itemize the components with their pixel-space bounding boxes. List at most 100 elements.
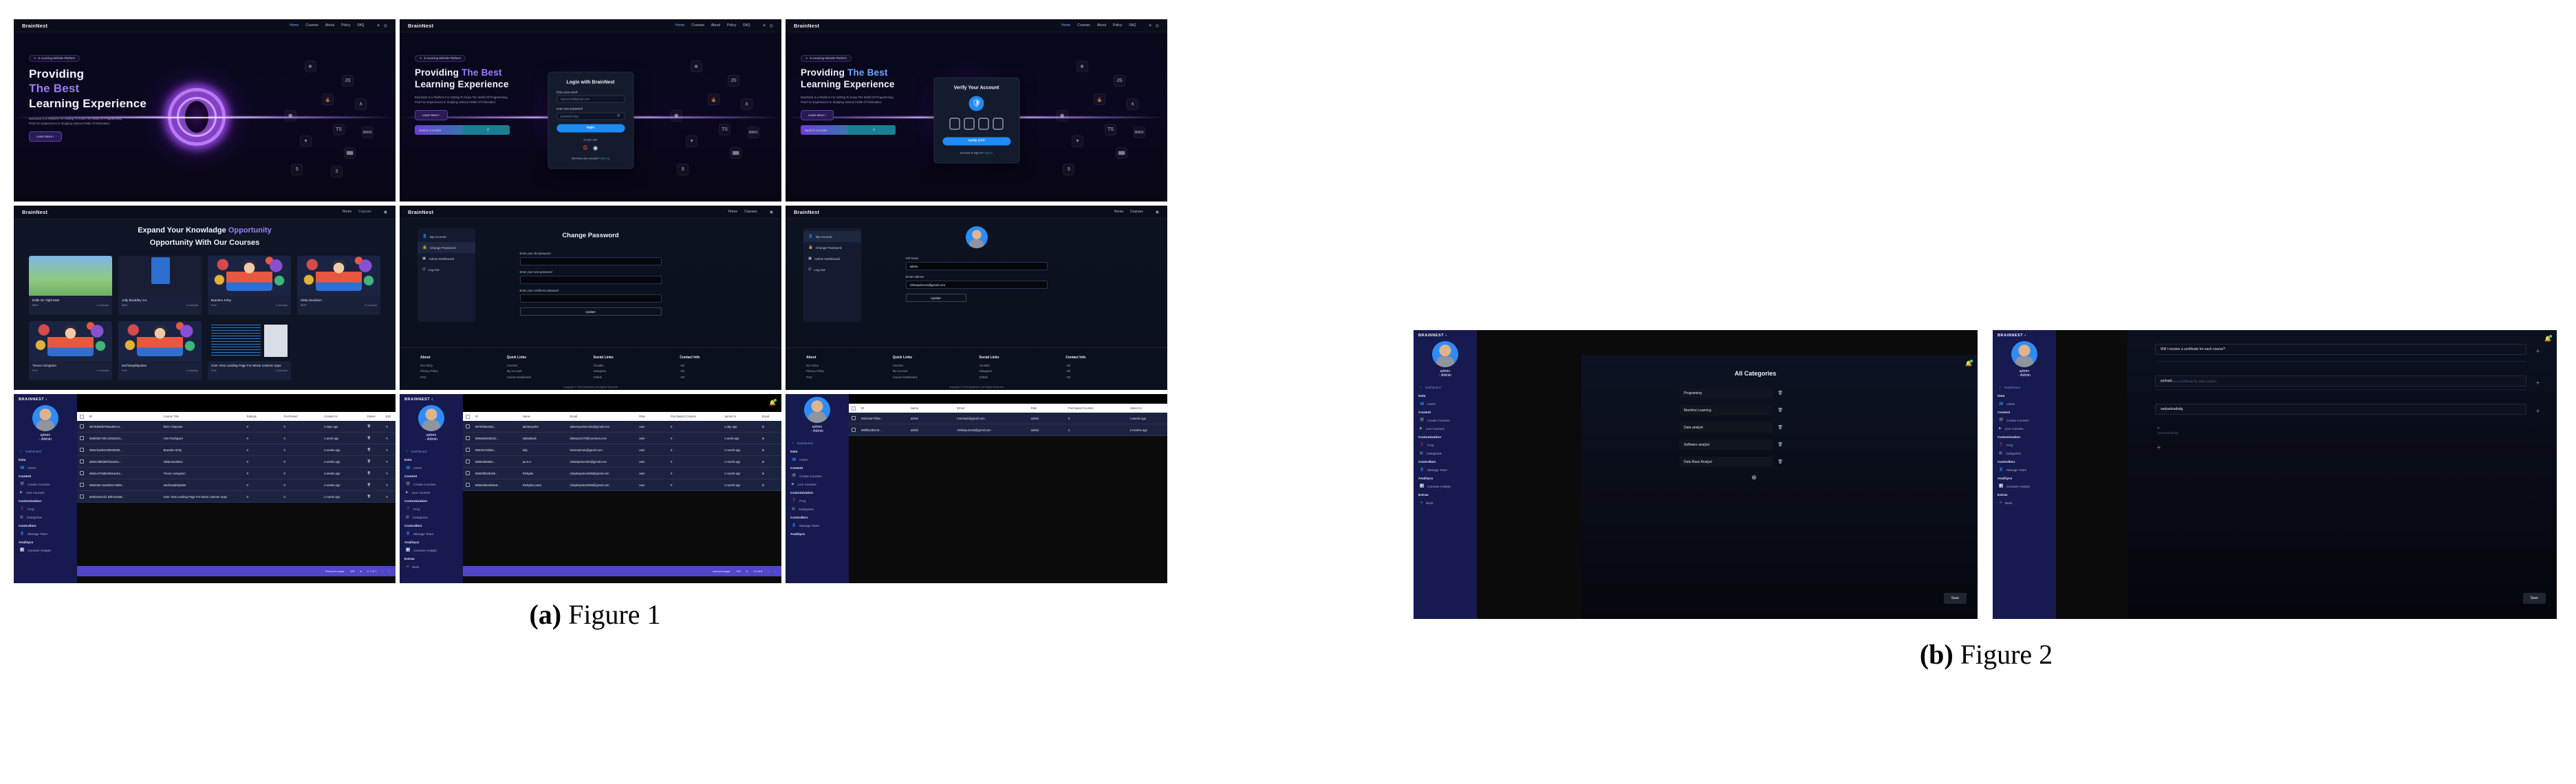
add-category-icon[interactable]: ⊕ xyxy=(1530,474,1978,481)
sidebar-item-users[interactable]: 👥 Users xyxy=(14,464,77,472)
signup-link[interactable]: Sign up xyxy=(600,156,610,160)
sidebar-item-faq[interactable]: ❓ FAQ xyxy=(786,497,849,505)
search-icon[interactable]: ⌕ xyxy=(462,125,510,135)
email-field[interactable]: loginemail@gmail.com xyxy=(556,95,625,103)
email-address-field[interactable]: rizkivipubra13@gmail.com xyxy=(905,281,1048,289)
theme-toggle-icon[interactable]: ☀ xyxy=(376,23,380,28)
sidebar-item-categories[interactable]: ▤ Categories xyxy=(786,505,849,513)
update-button[interactable]: Update xyxy=(905,294,966,302)
email-icon[interactable]: ✉ xyxy=(759,483,781,487)
row-checkbox[interactable] xyxy=(80,436,84,440)
row-checkbox[interactable] xyxy=(466,424,470,428)
table-row[interactable]: 6661fa73d4be... kiky tresimsetrain@gmail.c… xyxy=(463,444,781,456)
avatar[interactable]: ◉ xyxy=(1156,210,1159,215)
table-row[interactable]: 6652cd8bd8ef034ad1e... Hilda Davidson 0 0 4 … xyxy=(77,456,396,468)
row-checkbox[interactable] xyxy=(80,448,84,452)
collapse-icon[interactable]: ‹ xyxy=(45,398,47,402)
theme-toggle-icon[interactable]: ☀ xyxy=(762,23,766,28)
table-row[interactable]: 6651e6a77b6e... admin mondaxti@gmail.com ad… xyxy=(849,413,1167,424)
nav-about[interactable]: About xyxy=(325,23,334,28)
table-row[interactable]: 666b0be72fe1x00a0401... Azie Rodriguez 0 0 1… xyxy=(77,433,396,444)
delete-icon[interactable]: 🗑 xyxy=(1777,391,1783,395)
nav-courses[interactable]: Courses xyxy=(744,210,757,214)
delete-icon[interactable]: 🗑 xyxy=(365,459,383,464)
sidebar-item-create-courses[interactable]: 🎬 Create Courses xyxy=(14,480,77,488)
edit-icon[interactable]: ✎ xyxy=(383,483,396,487)
select-all-checkbox[interactable] xyxy=(466,414,470,419)
footer-link[interactable]: Privacy Policy xyxy=(420,369,501,374)
delete-icon[interactable]: 🗑 xyxy=(365,483,383,487)
notifications-icon[interactable]: 🔔 xyxy=(1965,360,1973,367)
sidebar-item-users[interactable]: 👥 Users xyxy=(400,464,463,472)
delete-icon[interactable]: 🗑 xyxy=(365,436,383,440)
cart-icon[interactable]: ◎ xyxy=(384,23,387,28)
select-all-checkbox[interactable] xyxy=(852,406,856,411)
col-role[interactable]: Role xyxy=(1028,406,1065,410)
nav-home[interactable]: Home xyxy=(1114,210,1123,214)
sidebar-item-manage-team[interactable]: 👤 Manage Team xyxy=(1414,466,1477,474)
signin-link[interactable]: Sign in xyxy=(984,151,993,154)
login-button[interactable]: login xyxy=(556,124,625,133)
row-checkbox[interactable] xyxy=(852,428,856,432)
learn-more-button[interactable]: Learn More ! xyxy=(801,110,834,121)
footer-link[interactable]: Privacy Policy xyxy=(806,369,887,374)
sidebar-item-log-out[interactable]: ⏻ Log Out xyxy=(803,264,861,276)
email-icon[interactable]: ✉ xyxy=(759,425,781,428)
table-row[interactable]: 6652cef7a8be903aed1e... Trevor Livingston… xyxy=(77,468,396,479)
sidebar-item-dashboard[interactable]: ⌂ Dashboard xyxy=(786,439,849,447)
nav-about[interactable]: About xyxy=(1097,23,1106,28)
footer-link[interactable]: Course Dashboard xyxy=(507,375,588,380)
sidebar-item-my-account[interactable]: 👤 My Account xyxy=(418,231,475,242)
sidebar-item-manage-team[interactable]: 👤 Manage Team xyxy=(400,530,463,538)
col-name[interactable]: Name xyxy=(908,406,954,410)
nav-about[interactable]: About xyxy=(711,23,720,28)
eye-icon[interactable]: 👁 xyxy=(617,114,620,118)
sidebar-item-live-courses[interactable]: ▶ Live Courses xyxy=(1414,424,1477,433)
footer-link[interactable]: Youtube xyxy=(594,363,675,369)
edit-icon[interactable]: ✎ xyxy=(383,448,396,452)
row-checkbox[interactable] xyxy=(466,459,470,464)
sidebar-item-log-out[interactable]: ⏻ Log Out xyxy=(418,264,475,276)
nav-faq[interactable]: FAQ xyxy=(1129,23,1136,28)
delete-icon[interactable]: 🗑 xyxy=(1777,459,1783,464)
sidebar-item-create-courses[interactable]: 🎬 Create Courses xyxy=(1414,416,1477,424)
col-purchased-courses[interactable]: Purchased Courses xyxy=(668,415,722,418)
footer-link[interactable]: Instagram xyxy=(594,369,675,374)
table-row[interactable]: 664b2e421d1 50k7a22a8... Over View Landin… xyxy=(77,491,396,503)
table-row[interactable]: 6676f2b5c553... adriansyah9 adriansyahsumi… xyxy=(463,421,781,433)
faq-question-input[interactable]: sadsadsadsdg xyxy=(2155,404,2526,415)
col-email[interactable]: Email xyxy=(954,406,1028,410)
collapse-icon[interactable]: ‹ xyxy=(431,398,433,402)
delete-icon[interactable]: 🗑 xyxy=(365,424,383,428)
course-card[interactable]: aschkaspbkjaslas Free 1 Lectures xyxy=(118,321,202,380)
sidebar-item-live-courses[interactable]: ▶ Live Courses xyxy=(1993,424,2056,433)
email-icon[interactable]: ✉ xyxy=(759,437,781,440)
delete-icon[interactable]: 🗑 xyxy=(365,448,383,452)
col-role[interactable]: Role xyxy=(636,415,668,418)
learn-more-button[interactable]: Learn More ! xyxy=(29,131,62,142)
category-input[interactable]: Machine Learning xyxy=(1680,405,1773,415)
email-icon[interactable]: ✉ xyxy=(759,448,781,452)
sidebar-item-categories[interactable]: ▤ Categories xyxy=(14,513,77,521)
sidebar-item-courses-analytic[interactable]: 📊 Courses Analytic xyxy=(1414,482,1477,490)
table-row[interactable]: 660fb5c8b1v8... admin rizkdviputra18@gmail… xyxy=(849,424,1167,436)
sidebar-item-courses-analytic[interactable]: 📊 Courses Analytic xyxy=(400,546,463,554)
col-id[interactable]: ID xyxy=(87,415,161,418)
nav-courses[interactable]: Courses xyxy=(358,210,371,214)
table-row[interactable]: 6652033 10ad2924-5095... aschkaspbkjaslas… xyxy=(77,479,396,491)
col-email[interactable]: Email xyxy=(567,415,636,418)
edit-icon[interactable]: ✎ xyxy=(383,472,396,475)
add-faq-icon[interactable]: ＋ xyxy=(2535,408,2540,415)
search-icon[interactable]: ⌕ xyxy=(848,125,896,135)
sidebar-item-faq[interactable]: ❓ FAQ xyxy=(1993,441,2056,449)
sidebar-item-dashboard[interactable]: ⌂ Dashboard xyxy=(400,447,463,455)
sidebar-item-live-courses[interactable]: ▶ Live Courses xyxy=(400,488,463,497)
edit-icon[interactable]: ✎ xyxy=(383,437,396,440)
add-faq-icon[interactable]: ＋ xyxy=(2156,444,2557,451)
delete-icon[interactable]: 🗑 xyxy=(1777,408,1783,413)
row-checkbox[interactable] xyxy=(466,448,470,452)
col-course-title[interactable]: Course Title xyxy=(161,415,244,418)
avatar[interactable]: ◉ xyxy=(384,210,387,215)
category-input[interactable]: Data analyst xyxy=(1680,422,1773,433)
footer-link[interactable]: Our Story xyxy=(420,363,501,369)
